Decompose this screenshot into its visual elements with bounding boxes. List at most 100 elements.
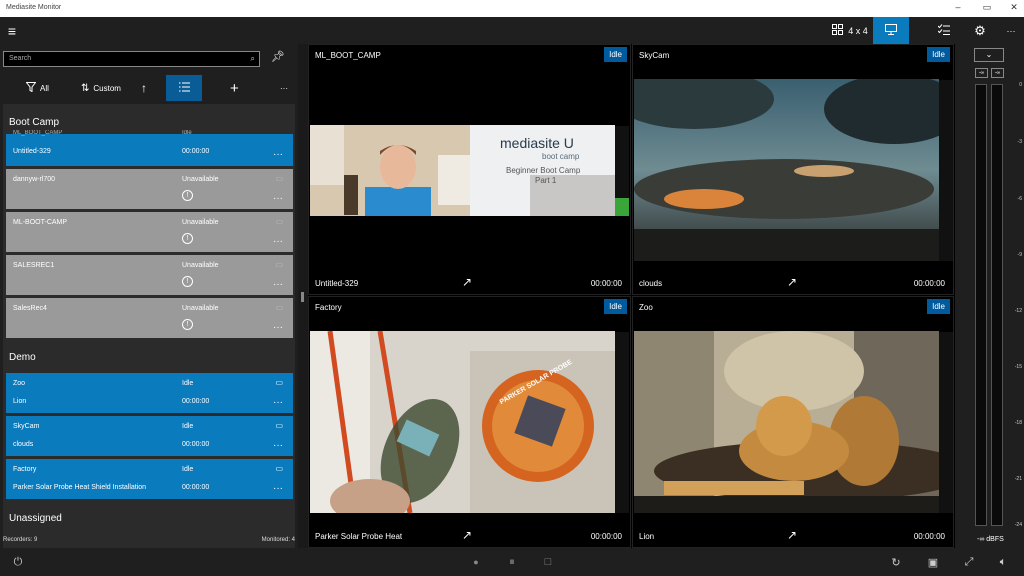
monitored-count: Monitored: 4 [261, 537, 295, 543]
recorder-card-salesrec4[interactable]: SalesRec4 Unavailable ▭ ! ··· [6, 298, 293, 338]
minimize-button[interactable]: – [950, 2, 966, 12]
recorder-status: Idle [182, 466, 194, 473]
sidebar-more-button[interactable]: ··· [280, 75, 288, 101]
monitor-icon: ▭ [275, 464, 283, 473]
close-window-button[interactable]: ✕ [1006, 2, 1022, 13]
monitor-icon: ▭ [275, 217, 283, 226]
sort-button[interactable]: ⇅ Custom [81, 75, 121, 101]
recorder-card-untitled-329[interactable]: ML_BOOT_CAMP Idle Untitled-329 00:00:00 … [6, 130, 293, 166]
card-more-button[interactable]: ··· [273, 193, 283, 204]
open-arrow-icon[interactable]: ↗ [787, 275, 797, 289]
recorder-card-factory[interactable]: Factory Idle ▭ Parker Solar Probe Heat S… [6, 459, 293, 499]
card-more-button[interactable]: ··· [273, 483, 283, 494]
restore-button[interactable]: ▭ [979, 2, 995, 13]
recorder-status: Unavailable [182, 176, 219, 183]
monitor-tile-ml-boot-camp[interactable]: ML_BOOT_CAMP Idle mediasite U boot camp … [308, 44, 631, 295]
monitor-tile-zoo[interactable]: Zoo Idle Lion ↗ 00:00:00 [632, 296, 954, 548]
picture-in-picture-button[interactable]: ▣ [922, 548, 944, 576]
level-readout: -∞ dBFS [977, 536, 1004, 543]
meter-tick: -9 [1017, 252, 1022, 258]
audio-level-bar [615, 332, 629, 513]
recorders-count: Recorders: 9 [3, 537, 38, 543]
hamburger-menu-button[interactable]: ≡ [0, 17, 24, 44]
filter-button[interactable]: All [25, 75, 49, 101]
recorder-card-ml-boot-camp[interactable]: ML-BOOT-CAMP Unavailable ▭ ! ··· [6, 212, 293, 252]
right-peak-readout: -∞ [991, 68, 1004, 78]
list-view-button[interactable] [166, 75, 202, 101]
monitor-icon: ▭ [275, 378, 283, 387]
recorder-status: Idle [182, 380, 194, 387]
card-more-button[interactable]: ··· [273, 397, 283, 408]
power-button[interactable]: ⏻ [8, 548, 28, 576]
search-input[interactable]: Search ⌕ [3, 51, 260, 67]
recorder-card-dannyw-rl700[interactable]: dannyw-rl700 Unavailable ▭ ! ··· [6, 169, 293, 209]
chevron-down-icon: ⌄ [985, 50, 993, 59]
grid-layout-button[interactable]: 4 x 4 [828, 17, 872, 44]
open-arrow-icon[interactable]: ↗ [787, 528, 797, 542]
meter-tick: -15 [1014, 364, 1022, 370]
meter-tick: -12 [1014, 308, 1022, 314]
pin-button[interactable]: 📌︎ [268, 50, 288, 68]
pane-splitter[interactable] [298, 44, 308, 548]
recorder-name: dannyw-rl700 [13, 176, 56, 183]
elapsed-time: 00:00:00 [913, 532, 945, 541]
clipped-status: Idle [182, 130, 192, 136]
sort-direction-button[interactable]: ↑ [141, 75, 147, 101]
card-more-button[interactable]: ··· [273, 236, 283, 247]
card-more-button[interactable]: ··· [273, 149, 283, 160]
audio-level-fill [615, 198, 629, 216]
open-arrow-icon[interactable]: ↗ [462, 528, 472, 542]
recorder-name: ML_BOOT_CAMP [315, 51, 381, 60]
monitor-tile-factory[interactable]: Factory Idle PARKER SOLAR PROBE Parker S… [308, 296, 631, 548]
checklist-button[interactable] [930, 17, 958, 44]
recorder-name: SalesRec4 [13, 305, 47, 312]
status-badge: Idle [927, 47, 950, 62]
monitor-view-button[interactable] [873, 17, 909, 44]
mute-button[interactable]: 🔈︎ [992, 548, 1014, 576]
monitor-tile-skycam[interactable]: SkyCam Idle clouds ↗ 00:00:00 [632, 44, 954, 295]
meter-tick: -21 [1014, 476, 1022, 482]
card-more-button[interactable]: ··· [273, 279, 283, 290]
fullscreen-button[interactable]: ⤢ [958, 548, 980, 576]
monitor-icon [885, 24, 897, 37]
meter-scale: 0 -3 -6 -9 -12 -15 -18 -21 -24 [1008, 82, 1022, 532]
recorder-card-skycam[interactable]: SkyCam Idle ▭ clouds 00:00:00 ··· [6, 416, 293, 456]
clipped-recorder-name: ML_BOOT_CAMP [13, 130, 63, 136]
pip-icon: ▣ [927, 556, 939, 569]
pause-button[interactable]: ⏸︎ [502, 548, 522, 576]
record-button[interactable]: ● [466, 548, 486, 576]
settings-button[interactable]: ⚙ [966, 17, 994, 44]
monitor-icon: ▭ [275, 421, 283, 430]
search-icon[interactable]: ⌕ [251, 54, 255, 64]
status-badge: Idle [604, 47, 627, 62]
list-icon [178, 82, 190, 94]
group-header: Boot Camp [9, 117, 60, 128]
card-more-button[interactable]: ··· [273, 322, 283, 333]
sort-label: Custom [93, 83, 121, 93]
meter-tick: -3 [1017, 139, 1022, 145]
command-bar: ≡ 4 x 4 ⚙ ··· [0, 17, 1024, 44]
open-arrow-icon[interactable]: ↗ [462, 275, 472, 289]
warning-icon: ! [182, 233, 193, 244]
bottom-bar: ⏻ ● ⏸︎ □ ↻ ▣ ⤢ 🔈︎ [0, 548, 1024, 576]
more-options-button[interactable]: ··· [998, 17, 1024, 44]
video-preview [634, 79, 939, 261]
video-preview: PARKER SOLAR PROBE [310, 331, 615, 513]
meter-dropdown[interactable]: ⌄ [974, 48, 1004, 62]
speaker-mute-icon: 🔈︎ [999, 555, 1007, 568]
recorder-card-salesrec1[interactable]: SALESREC1 Unavailable ▭ ! ··· [6, 255, 293, 295]
video-preview [634, 331, 939, 513]
gear-icon: ⚙ [974, 22, 986, 38]
card-more-button[interactable]: ··· [273, 440, 283, 451]
grid-icon [832, 24, 844, 37]
replay-button[interactable]: ↻ [886, 548, 906, 576]
pause-icon: ⏸︎ [509, 555, 515, 568]
recorder-status: Unavailable [182, 305, 219, 312]
warning-icon: ! [182, 190, 193, 201]
add-button[interactable]: + [230, 75, 239, 101]
recorder-name: Factory [315, 303, 342, 312]
stop-button[interactable]: □ [538, 548, 558, 576]
stop-icon: □ [544, 556, 552, 568]
recorder-card-zoo[interactable]: Zoo Idle ▭ Lion 00:00:00 ··· [6, 373, 293, 413]
splitter-grip[interactable] [301, 292, 304, 302]
